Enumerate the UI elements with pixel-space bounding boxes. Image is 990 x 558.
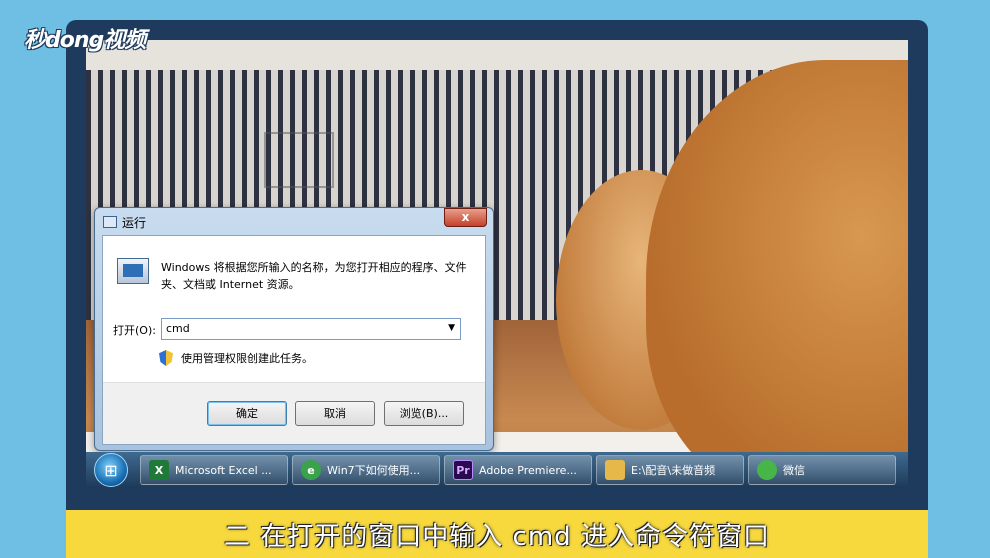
dialog-description: Windows 将根据您所输入的名称，为您打开相应的程序、文件夹、文档或 Int…: [161, 261, 467, 291]
browse-button[interactable]: 浏览(B)...: [384, 401, 464, 426]
run-window-icon: [103, 216, 117, 228]
close-button[interactable]: x: [444, 208, 487, 227]
admin-note: 使用管理权限创建此任务。: [181, 352, 313, 365]
premiere-icon: Pr: [453, 460, 473, 480]
taskbar: ⊞ X Microsoft Excel ... e Win7下如何使用... P…: [86, 452, 908, 488]
start-button[interactable]: ⊞: [94, 453, 128, 487]
dialog-body: Windows 将根据您所输入的名称，为您打开相应的程序、文件夹、文档或 Int…: [102, 235, 486, 445]
dialog-titlebar[interactable]: 运行: [103, 212, 146, 232]
taskbar-item-excel[interactable]: X Microsoft Excel ...: [140, 455, 288, 485]
taskbar-item-label: Microsoft Excel ...: [175, 463, 272, 477]
wallpaper-stamp: [264, 132, 334, 188]
brand-logo: 秒dong视频: [24, 28, 146, 53]
subtitle-bar: 二 在打开的窗口中输入 cmd 进入命令符窗口: [66, 510, 928, 558]
dropdown-arrow-icon[interactable]: ▼: [448, 323, 455, 333]
subtitle-text: 二 在打开的窗口中输入 cmd 进入命令符窗口: [224, 521, 770, 552]
ok-button[interactable]: 确定: [207, 401, 287, 426]
dialog-title: 运行: [122, 215, 147, 230]
taskbar-item-browser[interactable]: e Win7下如何使用...: [292, 455, 440, 485]
folder-icon: [605, 460, 625, 480]
uac-shield-icon: [159, 350, 173, 366]
run-program-icon: [117, 258, 149, 284]
open-label: 打开(O):: [113, 324, 156, 337]
run-dialog: 运行 x Windows 将根据您所输入的名称，为您打开相应的程序、文件夹、文档…: [94, 207, 494, 451]
taskbar-item-label: E:\配音\未做音频: [631, 464, 716, 477]
taskbar-item-label: Win7下如何使用...: [327, 464, 421, 477]
windows-logo-icon: ⊞: [104, 460, 118, 480]
open-input-value: cmd: [166, 322, 190, 335]
admin-note-row: 使用管理权限创建此任务。: [159, 350, 313, 366]
open-input[interactable]: cmd ▼: [161, 318, 461, 340]
taskbar-item-premiere[interactable]: Pr Adobe Premiere...: [444, 455, 592, 485]
taskbar-item-label: 微信: [783, 464, 805, 477]
ie-icon: e: [301, 460, 321, 480]
taskbar-item-label: Adobe Premiere...: [479, 463, 577, 477]
taskbar-item-wechat[interactable]: 微信: [748, 455, 896, 485]
taskbar-item-folder[interactable]: E:\配音\未做音频: [596, 455, 744, 485]
excel-icon: X: [149, 460, 169, 480]
wechat-icon: [757, 460, 777, 480]
cancel-button[interactable]: 取消: [295, 401, 375, 426]
